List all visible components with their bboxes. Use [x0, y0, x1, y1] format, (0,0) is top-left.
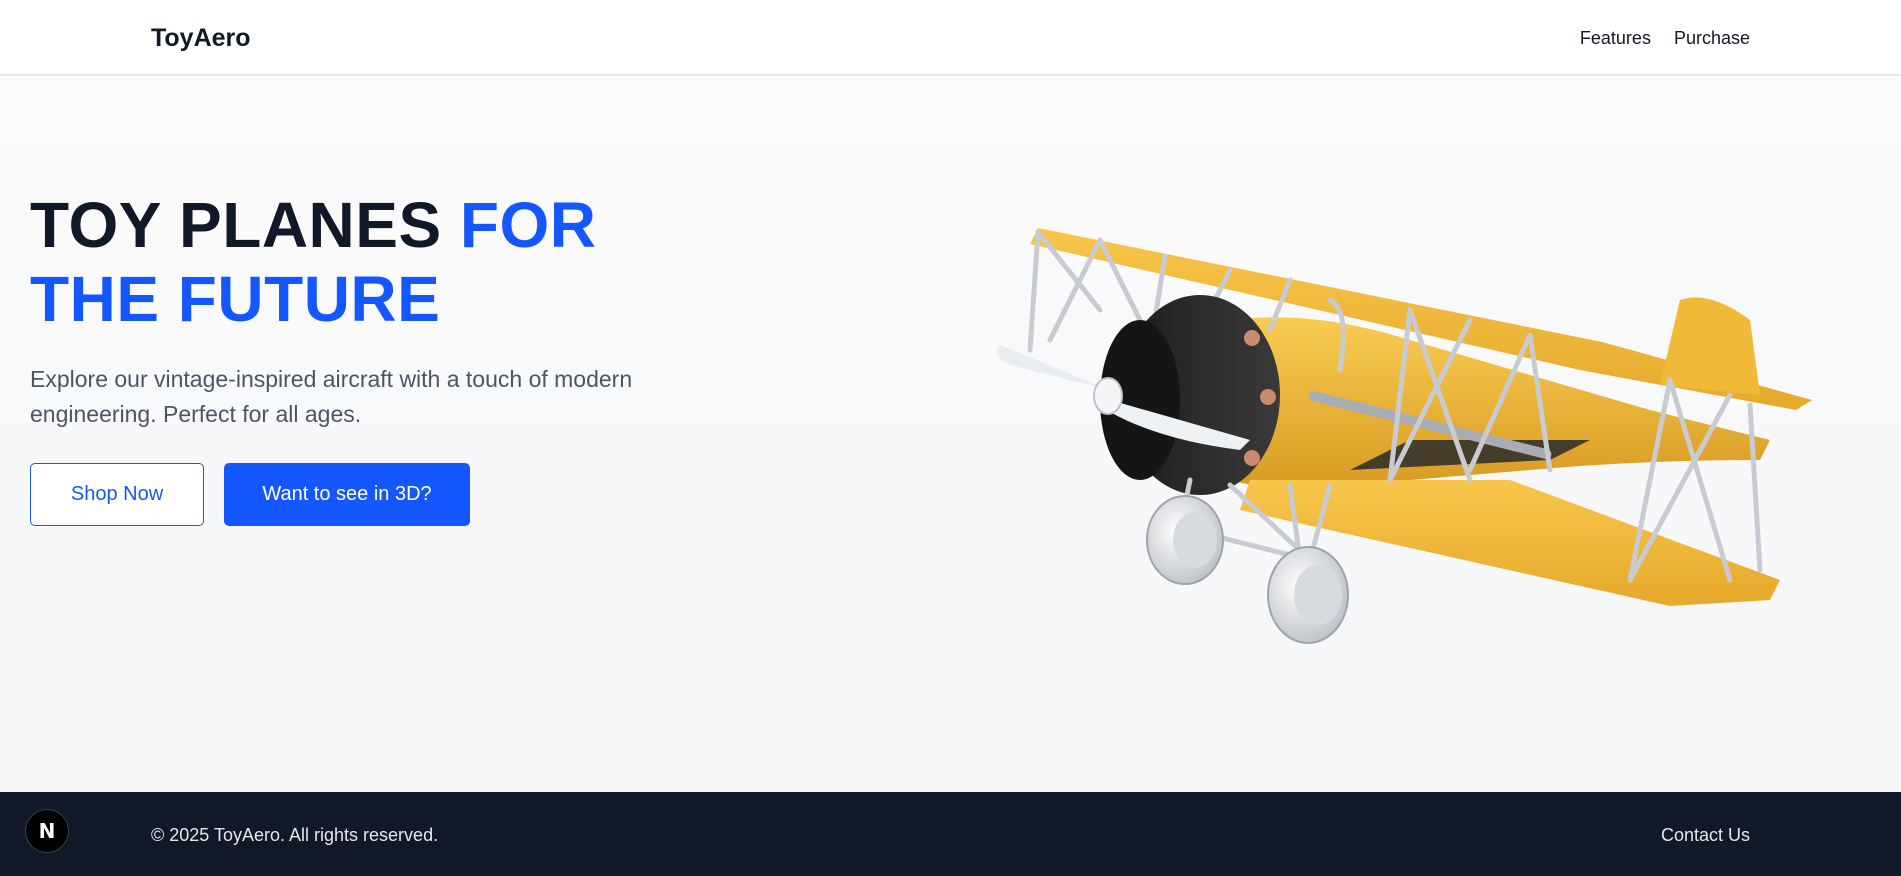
biplane-3d-icon[interactable] [990, 140, 1820, 670]
nav-purchase-link[interactable]: Purchase [1674, 28, 1750, 49]
hero-section: TOY PLANES FOR THE FUTURE Explore our vi… [0, 76, 1901, 792]
shop-now-button[interactable]: Shop Now [30, 463, 204, 526]
contact-us-link[interactable]: Contact Us [1661, 825, 1750, 846]
view-3d-button[interactable]: Want to see in 3D? [224, 463, 470, 526]
copyright-text: © 2025 ToyAero. All rights reserved. [151, 825, 439, 845]
brand-logo[interactable]: ToyAero [151, 24, 251, 53]
site-footer: © 2025 ToyAero. All rights reserved. Con… [0, 792, 1901, 876]
main-nav: Features Purchase [1580, 28, 1750, 49]
hero-title: TOY PLANES FOR THE FUTURE [30, 188, 730, 336]
site-header: ToyAero Features Purchase [0, 0, 1901, 75]
nav-features-link[interactable]: Features [1580, 28, 1651, 49]
hero-title-dark: TOY PLANES [30, 189, 460, 261]
nextjs-dev-badge-icon[interactable]: N [25, 809, 69, 853]
hero-subtitle: Explore our vintage-inspired aircraft wi… [30, 366, 633, 427]
